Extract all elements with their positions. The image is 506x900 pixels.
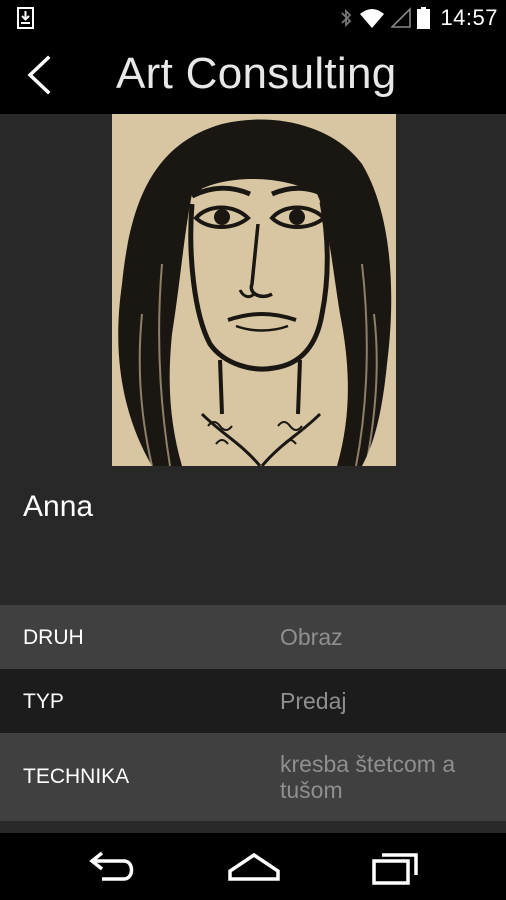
detail-label: DRUH [23,626,84,649]
app-bar: Art Consulting [0,36,506,114]
detail-row-technika: TECHNIKA kresba štetcom a tušom [0,733,506,821]
detail-value: kresba štetcom a tušom [280,751,456,803]
status-time: 14:57 [440,5,498,30]
detail-value: Obraz [280,624,343,650]
wifi-icon [360,9,385,28]
artwork-title: Anna [23,490,94,523]
app-title: Art Consulting [116,49,397,98]
signal-icon [391,7,412,28]
detail-value: Predaj [280,688,347,714]
back-icon[interactable] [88,847,138,887]
download-icon [17,7,34,29]
detail-row-druh: DRUH Obraz [0,605,506,669]
navigation-bar [0,833,506,900]
details-list: DRUH Obraz TYP Predaj TECHNIKA kresba št… [0,605,506,821]
home-icon[interactable] [226,847,282,887]
bluetooth-icon [341,8,352,28]
detail-label: TYP [23,690,64,713]
detail-label: TECHNIKA [23,765,130,788]
battery-icon [417,7,431,29]
content-bottom-spacer [0,821,506,833]
status-bar: 14:57 [0,0,506,36]
detail-row-typ: TYP Predaj [0,669,506,733]
chevron-left-icon[interactable] [24,54,54,96]
recents-icon[interactable] [370,847,420,887]
artwork-image[interactable] [112,114,396,466]
